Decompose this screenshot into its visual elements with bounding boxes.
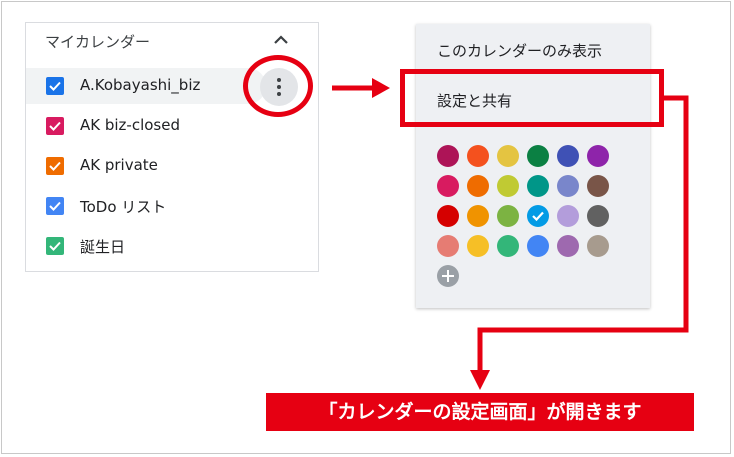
color-swatch[interactable]: [467, 175, 489, 197]
color-swatch[interactable]: [587, 175, 609, 197]
color-swatch[interactable]: [497, 235, 519, 257]
arrow-right-head: [372, 78, 390, 98]
color-swatch[interactable]: [527, 235, 549, 257]
color-swatch[interactable]: [587, 205, 609, 227]
color-swatch[interactable]: [467, 145, 489, 167]
highlight-rectangle: [400, 69, 664, 127]
color-swatch[interactable]: [437, 175, 459, 197]
add-color-button[interactable]: [437, 265, 459, 287]
menu-item-display-only[interactable]: このカレンダーのみ表示: [437, 40, 602, 61]
caption-banner: 「カレンダーの設定画面」が開きます: [266, 393, 694, 431]
color-swatch[interactable]: [527, 205, 549, 227]
color-swatch[interactable]: [467, 235, 489, 257]
color-swatch[interactable]: [557, 145, 579, 167]
color-swatch[interactable]: [527, 175, 549, 197]
color-swatch[interactable]: [497, 145, 519, 167]
color-swatch[interactable]: [557, 175, 579, 197]
color-swatch[interactable]: [527, 145, 549, 167]
color-swatch[interactable]: [437, 205, 459, 227]
color-swatch[interactable]: [557, 235, 579, 257]
arrow-down-head: [470, 370, 490, 390]
color-swatch[interactable]: [497, 175, 519, 197]
color-swatch[interactable]: [557, 205, 579, 227]
color-swatch[interactable]: [437, 235, 459, 257]
color-swatch[interactable]: [587, 235, 609, 257]
color-swatch[interactable]: [497, 205, 519, 227]
color-swatch[interactable]: [467, 205, 489, 227]
check-icon: [532, 211, 544, 222]
color-swatch[interactable]: [587, 145, 609, 167]
color-swatch[interactable]: [437, 145, 459, 167]
